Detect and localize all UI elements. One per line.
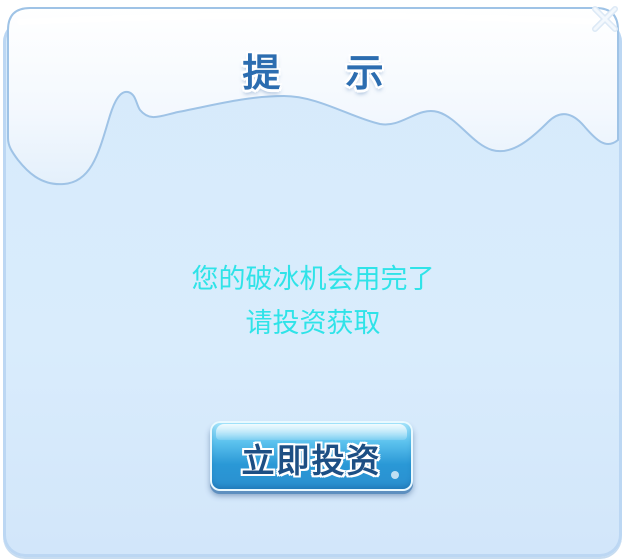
close-icon[interactable]	[588, 2, 622, 36]
hint-dialog: 提 示 您的破冰机会用完了 请投资获取 立即投资	[0, 0, 626, 560]
snow-cap	[7, 7, 619, 186]
message-line-1: 您的破冰机会用完了	[191, 264, 435, 295]
invest-now-button-label: 立即投资	[241, 441, 382, 480]
dialog-message: 您的破冰机会用完了 请投资获取	[0, 258, 626, 346]
message-line-2: 请投资获取	[245, 308, 381, 339]
invest-now-button[interactable]: 立即投资	[210, 421, 413, 491]
dialog-title: 提 示	[242, 51, 410, 95]
